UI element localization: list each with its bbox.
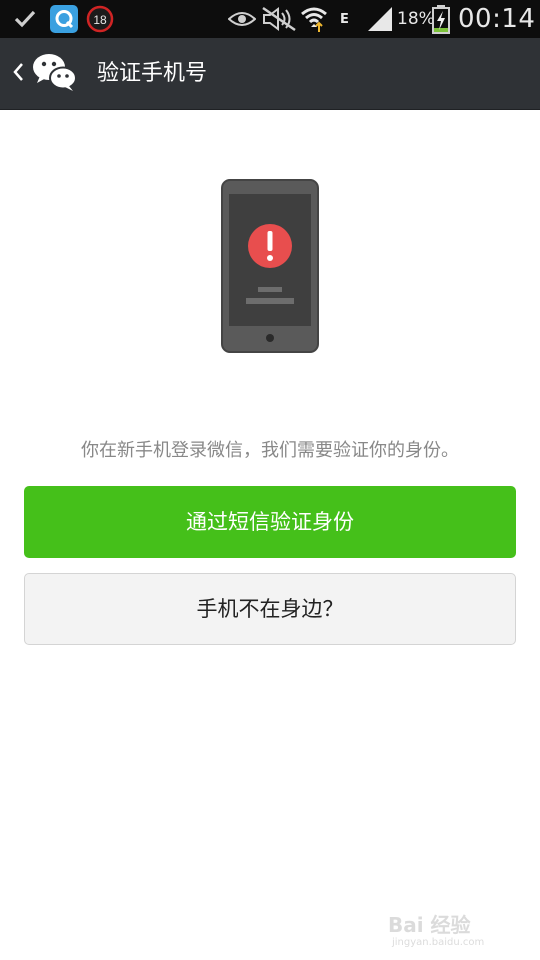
- battery-charging-icon: [432, 0, 450, 38]
- phone-alert-icon: [220, 178, 320, 358]
- network-type: E: [340, 11, 349, 27]
- status-bar: 18 E 18% 00:14: [0, 0, 540, 38]
- status-time: 00:14: [458, 4, 536, 34]
- eye-icon: [228, 0, 256, 38]
- watermark-text: Bai 经验: [388, 913, 471, 937]
- watermark: Bai 经验 jingyan.baidu.com: [386, 905, 526, 953]
- check-icon: [14, 0, 36, 38]
- app-q-icon: [50, 0, 78, 38]
- page-title: 验证手机号: [97, 61, 208, 86]
- mute-icon: [262, 0, 296, 38]
- back-chevron-icon: [12, 62, 24, 86]
- app-header: 验证手机号: [0, 38, 540, 110]
- wechat-logo-icon: [32, 52, 78, 96]
- phone-not-nearby-button[interactable]: 手机不在身边？: [24, 573, 516, 645]
- notification-badge-count: 18: [93, 13, 107, 27]
- back-button[interactable]: [6, 38, 96, 110]
- notification-badge: 18: [86, 0, 114, 38]
- watermark-sub: jingyan.baidu.com: [392, 937, 485, 948]
- battery-percent: 18%: [397, 9, 435, 29]
- signal-icon: [366, 0, 394, 38]
- sms-verify-button[interactable]: 通过短信验证身份: [24, 486, 516, 558]
- verification-message: 你在新手机登录微信，我们需要验证你的身份。: [81, 440, 459, 461]
- wifi-icon: [300, 0, 328, 38]
